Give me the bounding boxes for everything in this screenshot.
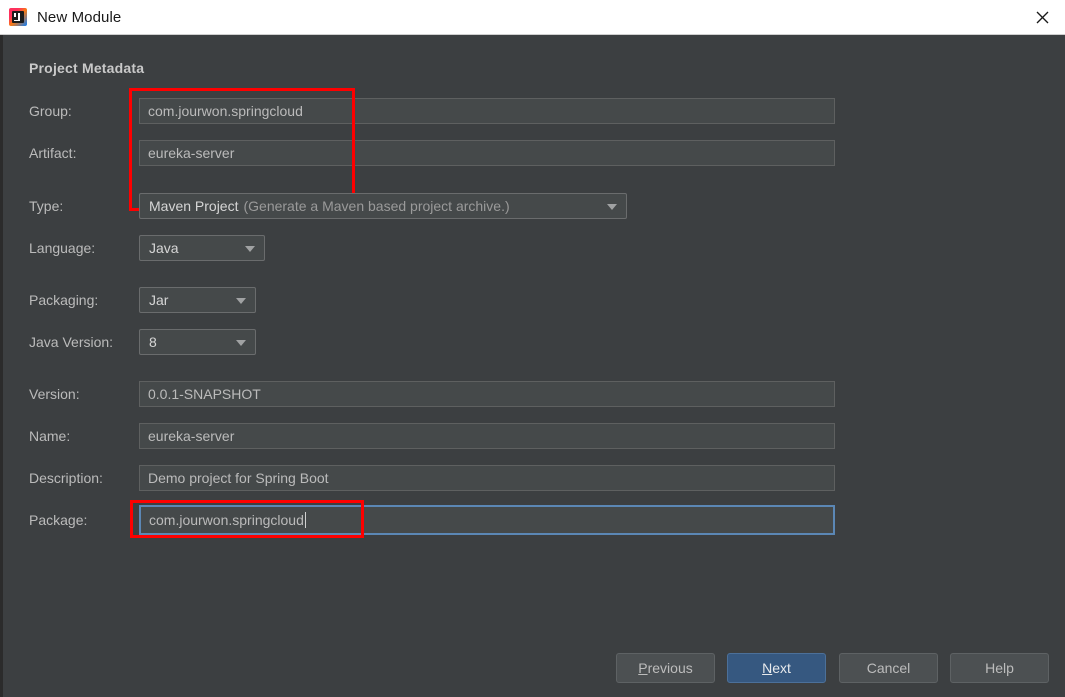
form-row-name: Name: eureka-server <box>3 423 1003 449</box>
artifact-label: Artifact: <box>29 145 77 161</box>
form-row-description: Description: Demo project for Spring Boo… <box>3 465 1003 491</box>
form-row-type: Type: Maven Project (Generate a Maven ba… <box>3 193 1003 219</box>
package-input-value: com.jourwon.springcloud <box>149 512 304 528</box>
artifact-input-value: eureka-server <box>148 145 235 161</box>
type-label: Type: <box>29 198 64 214</box>
chevron-down-icon <box>607 204 617 210</box>
form-row-language: Language: Java <box>3 235 1003 261</box>
title-bar: New Module <box>0 0 1065 35</box>
type-dropdown-description: (Generate a Maven based project archive.… <box>243 198 510 214</box>
package-input[interactable]: com.jourwon.springcloud <box>139 505 835 535</box>
close-icon[interactable] <box>1019 0 1065 34</box>
name-label: Name: <box>29 428 71 444</box>
version-label: Version: <box>29 386 80 402</box>
help-button[interactable]: Help <box>950 653 1049 683</box>
previous-button-label: Previous <box>638 660 693 676</box>
version-input-value: 0.0.1-SNAPSHOT <box>148 386 261 402</box>
java-version-label: Java Version: <box>29 334 114 350</box>
language-label: Language: <box>29 240 96 256</box>
text-caret <box>304 512 306 528</box>
window-title: New Module <box>37 8 122 26</box>
chevron-down-icon <box>236 340 246 346</box>
java-version-dropdown[interactable]: 8 <box>139 329 256 355</box>
group-input-value: com.jourwon.springcloud <box>148 103 303 119</box>
form-row-package: Package: com.jourwon.springcloud <box>3 505 1003 537</box>
artifact-input[interactable]: eureka-server <box>139 140 835 166</box>
packaging-dropdown-value: Jar <box>149 292 169 308</box>
type-dropdown[interactable]: Maven Project (Generate a Maven based pr… <box>139 193 627 219</box>
chevron-down-icon <box>236 298 246 304</box>
type-dropdown-value: Maven Project <box>149 198 239 214</box>
language-dropdown-value: Java <box>149 240 179 256</box>
group-input[interactable]: com.jourwon.springcloud <box>139 98 835 124</box>
form-row-group: Group: com.jourwon.springcloud <box>3 98 1003 124</box>
next-button-label: Next <box>762 660 791 676</box>
dialog-content: Project Metadata Group: com.jourwon.spri… <box>0 35 1065 697</box>
java-version-dropdown-value: 8 <box>149 334 157 350</box>
package-label: Package: <box>29 512 88 528</box>
group-label: Group: <box>29 103 72 119</box>
next-button[interactable]: Next <box>727 653 826 683</box>
name-input-value: eureka-server <box>148 428 235 444</box>
help-button-label: Help <box>985 660 1014 676</box>
form-row-artifact: Artifact: eureka-server <box>3 140 1003 166</box>
chevron-down-icon <box>245 246 255 252</box>
form-row-version: Version: 0.0.1-SNAPSHOT <box>3 381 1003 407</box>
form-row-packaging: Packaging: Jar <box>3 287 1003 313</box>
intellij-idea-icon <box>9 8 27 26</box>
cancel-button-label: Cancel <box>866 660 911 676</box>
packaging-label: Packaging: <box>29 292 99 308</box>
previous-button[interactable]: Previous <box>616 653 715 683</box>
new-module-dialog: New Module Project Metadata Group: com.j… <box>0 0 1065 697</box>
form-row-java-version: Java Version: 8 <box>3 329 1003 355</box>
language-dropdown[interactable]: Java <box>139 235 265 261</box>
description-input-value: Demo project for Spring Boot <box>148 470 329 486</box>
description-label: Description: <box>29 470 103 486</box>
page-title: Project Metadata <box>29 60 145 76</box>
cancel-button[interactable]: Cancel <box>839 653 938 683</box>
description-input[interactable]: Demo project for Spring Boot <box>139 465 835 491</box>
packaging-dropdown[interactable]: Jar <box>139 287 256 313</box>
name-input[interactable]: eureka-server <box>139 423 835 449</box>
version-input[interactable]: 0.0.1-SNAPSHOT <box>139 381 835 407</box>
